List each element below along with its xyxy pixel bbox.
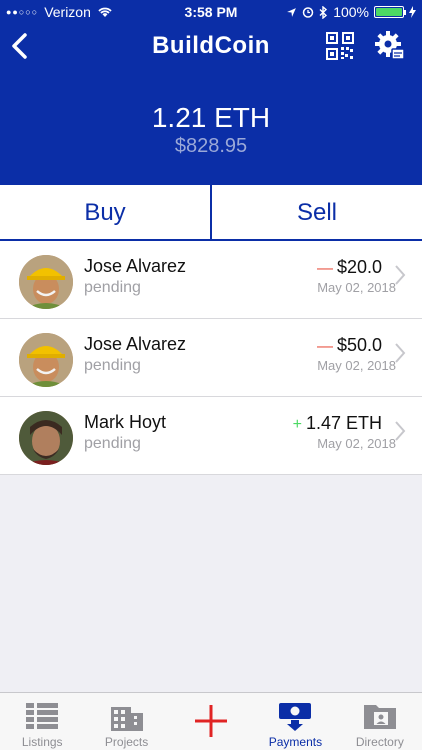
charging-icon: [409, 6, 416, 18]
payment-icon: [279, 703, 312, 731]
usd-balance: $828.95: [174, 135, 248, 157]
minus-icon: —: [316, 260, 333, 277]
transaction-list: Jose Alvarez pending — $20.0 May 02, 2018…: [0, 241, 422, 475]
plus-sign-icon: +: [292, 416, 302, 433]
qr-code-icon: [326, 32, 354, 60]
chevron-right-icon: [395, 421, 406, 441]
tab-directory[interactable]: Directory: [338, 693, 422, 750]
tab-label: Directory: [355, 735, 404, 749]
tab-payments[interactable]: Payments: [253, 693, 337, 750]
status-bar: ●●○○○ Verizon 3:58 PM 100%: [0, 0, 422, 24]
buy-button[interactable]: Buy: [0, 185, 212, 239]
minus-icon: —: [316, 338, 333, 355]
settings-button[interactable]: [374, 30, 406, 62]
battery-percent: 100%: [333, 4, 369, 20]
transaction-amount: — $20.0: [317, 257, 382, 278]
tab-bar: Listings Projects Payments Directory: [0, 692, 422, 750]
balance-panel: 1.21 ETH $828.95: [0, 72, 422, 185]
add-button[interactable]: [169, 693, 253, 750]
transaction-date: May 02, 2018: [317, 280, 396, 295]
gear-icon: [375, 31, 405, 60]
amount-value: $50.0: [336, 335, 382, 355]
transaction-date: May 02, 2018: [317, 436, 396, 451]
amount-value: 1.47 ETH: [305, 413, 382, 433]
transaction-row[interactable]: Jose Alvarez pending — $50.0 May 02, 2018: [0, 319, 422, 397]
transaction-date: May 02, 2018: [317, 358, 396, 373]
tab-listings[interactable]: Listings: [0, 693, 84, 750]
transaction-status: pending: [84, 357, 141, 374]
transaction-amount: +1.47 ETH: [293, 413, 382, 434]
alarm-icon: [302, 7, 314, 18]
building-icon: [110, 707, 143, 731]
bluetooth-icon: [319, 5, 328, 19]
transaction-row[interactable]: Jose Alvarez pending — $20.0 May 02, 2018: [0, 241, 422, 319]
location-icon: [287, 7, 297, 17]
tab-label: Projects: [104, 735, 149, 749]
tab-label: Payments: [268, 735, 323, 749]
battery-icon: [374, 6, 406, 18]
buy-sell-segment: Buy Sell: [0, 185, 422, 241]
transaction-status: pending: [84, 435, 141, 452]
tab-label: Listings: [21, 735, 63, 749]
nav-bar: BuildCoin: [0, 24, 422, 72]
qr-code-button[interactable]: [326, 32, 354, 60]
contact-name: Jose Alvarez: [84, 256, 187, 276]
avatar: [19, 333, 73, 387]
avatar: [19, 411, 73, 465]
contact-name: Jose Alvarez: [84, 334, 187, 354]
contact-name: Mark Hoyt: [84, 412, 167, 432]
transaction-status: pending: [84, 279, 141, 296]
chevron-right-icon: [395, 343, 406, 363]
plus-icon: [195, 705, 228, 737]
amount-value: $20.0: [336, 257, 382, 277]
transaction-amount: — $50.0: [317, 335, 382, 356]
page-title: BuildCoin: [152, 32, 270, 59]
transaction-row[interactable]: Mark Hoyt pending +1.47 ETH May 02, 2018: [0, 397, 422, 475]
chevron-right-icon: [395, 265, 406, 285]
list-icon: [26, 703, 59, 729]
sell-button[interactable]: Sell: [212, 185, 422, 239]
tab-projects[interactable]: Projects: [84, 693, 168, 750]
folder-contact-icon: [363, 705, 396, 729]
avatar: [19, 255, 73, 309]
status-right: 100%: [286, 4, 416, 20]
eth-balance: 1.21 ETH: [151, 102, 271, 133]
